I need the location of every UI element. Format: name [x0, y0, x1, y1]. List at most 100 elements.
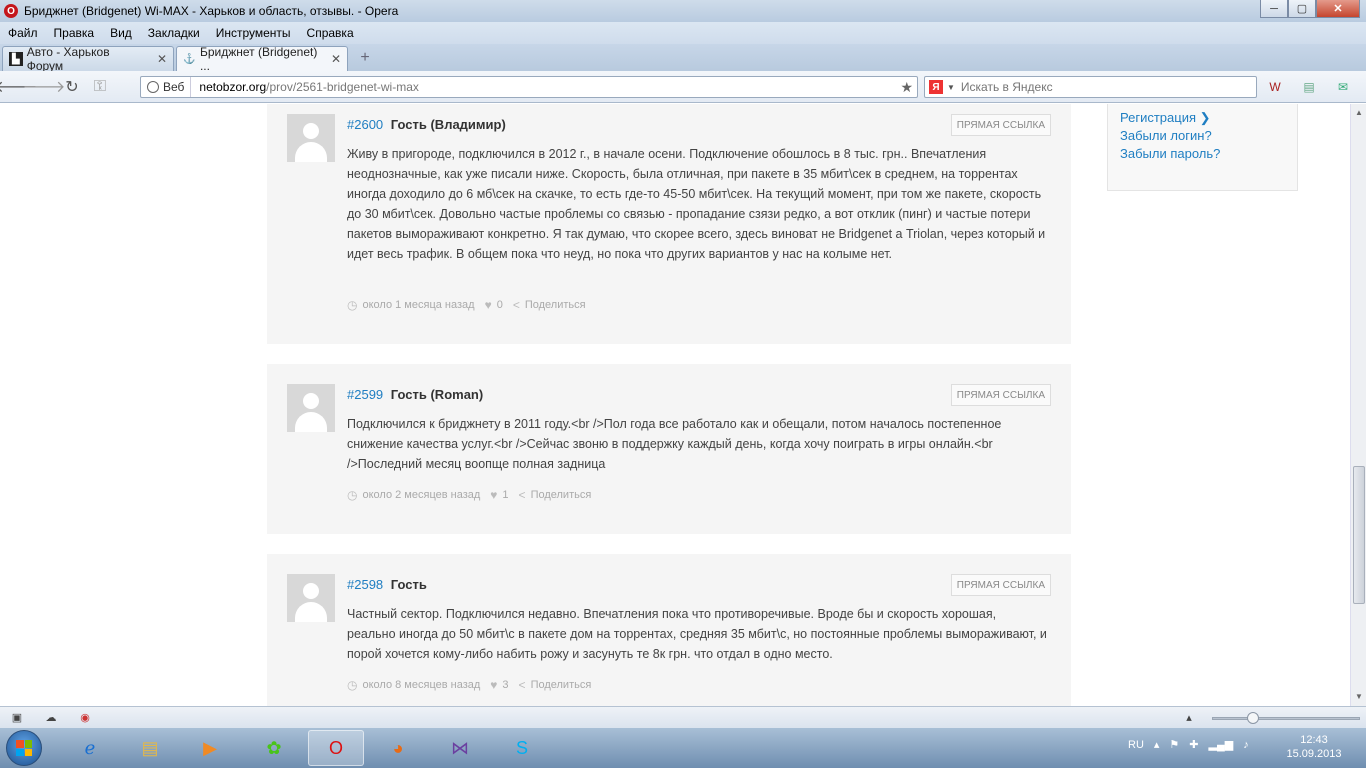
comment-item: #2598 Гость Прямая ссылка Частный сектор…	[267, 554, 1071, 706]
comment-header: #2600 Гость (Владимир)	[347, 117, 506, 132]
register-link[interactable]: Регистрация ❯	[1120, 110, 1211, 126]
maximize-button[interactable]: ▢	[1288, 0, 1316, 18]
avatar	[287, 114, 335, 162]
share-icon[interactable]: <	[519, 488, 526, 502]
avatar	[287, 384, 335, 432]
search-input[interactable]	[960, 80, 1241, 94]
comment-item: #2599 Гость (Roman) Прямая ссылка Подклю…	[267, 364, 1071, 534]
share-icon[interactable]: <	[519, 678, 526, 692]
comment-item: #2600 Гость (Владимир) Прямая ссылка Жив…	[267, 104, 1071, 344]
clock[interactable]: 12:43 15.09.2013	[1284, 733, 1344, 761]
tab-bridgenet[interactable]: ⚓ Бриджнет (Bridgenet) ... ✕	[176, 45, 348, 73]
forum-favicon-icon: ▙	[9, 52, 23, 66]
menu-help[interactable]: Справка	[307, 26, 354, 40]
comment-text: Живу в пригороде, подключился в 2012 г.,…	[347, 147, 1046, 261]
heart-icon[interactable]: ♥	[490, 678, 497, 692]
tab-auto-forum[interactable]: ▙ Авто - Харьков Форум ✕	[2, 45, 174, 73]
comment-meta: ◷ около 1 месяца назад ♥ 0 < Поделиться	[347, 298, 586, 312]
share-link[interactable]: Поделиться	[531, 679, 592, 691]
extension-icon[interactable]: ✉	[1332, 77, 1354, 97]
avatar	[287, 574, 335, 622]
wot-icon[interactable]: W	[1264, 77, 1286, 97]
panel-toggle-icon[interactable]: ▣	[10, 711, 24, 724]
comment-author: Гость (Владимир)	[390, 117, 506, 132]
start-button[interactable]	[6, 730, 42, 766]
menu-bookmarks[interactable]: Закладки	[148, 26, 200, 40]
comment-meta: ◷ около 8 месяцев назад ♥ 3 < Поделиться	[347, 678, 591, 692]
clock-icon: ◷	[347, 678, 358, 692]
url-domain: netobzor.org	[199, 80, 267, 94]
page-icon[interactable]: ▤	[1298, 77, 1320, 97]
reload-icon[interactable]: ↻	[60, 75, 84, 99]
cloud-icon[interactable]: ☁	[44, 711, 58, 724]
permalink-button[interactable]: Прямая ссылка	[950, 574, 1051, 596]
window-controls: ─ ▢ ✕	[1260, 0, 1360, 18]
forward-arrow-icon[interactable]: 🡒	[23, 75, 66, 99]
zoom-slider-track[interactable]	[1212, 717, 1360, 720]
permalink-button[interactable]: Прямая ссылка	[950, 384, 1051, 406]
skype-icon[interactable]: S	[494, 730, 550, 766]
page-favicon-icon: ⚓	[183, 53, 196, 65]
new-tab-icon[interactable]: +	[354, 48, 376, 68]
ie-icon[interactable]: ℯ	[62, 730, 118, 766]
key-icon[interactable]: ⚿	[88, 75, 112, 99]
address-field[interactable]: Веб netobzor.org/prov/2561-bridgenet-wi-…	[140, 76, 918, 98]
scroll-down-icon[interactable]: ▼	[1353, 690, 1365, 702]
menu-file[interactable]: Файл	[8, 26, 38, 40]
clock-time: 12:43	[1300, 734, 1328, 746]
media-player-icon[interactable]: ▶	[182, 730, 238, 766]
icq-icon[interactable]: ✿	[246, 730, 302, 766]
share-link[interactable]: Поделиться	[531, 489, 592, 501]
url-text[interactable]: netobzor.org/prov/2561-bridgenet-wi-max	[191, 80, 418, 94]
permalink-button[interactable]: Прямая ссылка	[950, 114, 1051, 136]
menu-edit[interactable]: Правка	[54, 26, 95, 40]
web-badge[interactable]: Веб	[141, 77, 192, 97]
action-center-icon[interactable]: ⚑	[1169, 738, 1179, 751]
status-bar: ▣ ☁ ◉ ▴	[0, 706, 1366, 728]
share-icon[interactable]: <	[513, 298, 520, 312]
zoom-slider-knob[interactable]	[1247, 712, 1259, 724]
language-indicator[interactable]: RU	[1128, 739, 1144, 751]
web-label: Веб	[163, 80, 185, 94]
volume-icon[interactable]: ♪	[1243, 739, 1249, 751]
close-button[interactable]: ✕	[1316, 0, 1360, 18]
chevron-up-icon[interactable]: ▴	[1182, 711, 1196, 724]
tray-expand-icon[interactable]: ▴	[1154, 738, 1160, 751]
visual-studio-icon[interactable]: ⋈	[432, 730, 488, 766]
comment-id-link[interactable]: #2598	[347, 577, 383, 592]
scroll-up-icon[interactable]: ▲	[1353, 106, 1365, 118]
opera-taskbar-icon[interactable]: O	[308, 730, 364, 766]
tab-close-icon[interactable]: ✕	[331, 52, 341, 66]
windows-logo-icon	[16, 740, 32, 756]
forgot-password-link[interactable]: Забыли пароль?	[1120, 146, 1220, 161]
antivirus-icon[interactable]: ✚	[1189, 738, 1198, 751]
comment-author: Гость	[390, 577, 427, 592]
menu-tools[interactable]: Инструменты	[216, 26, 291, 40]
comment-id-link[interactable]: #2600	[347, 117, 383, 132]
bookmark-star-icon[interactable]: ★	[900, 79, 913, 96]
chevron-down-icon[interactable]: ▼	[947, 83, 955, 92]
search-field[interactable]: Я ▼	[924, 76, 1257, 98]
tab-close-icon[interactable]: ✕	[157, 52, 167, 66]
heart-icon[interactable]: ♥	[490, 488, 497, 502]
like-count: 3	[502, 679, 509, 691]
comment-author: Гость (Roman)	[390, 387, 484, 402]
tab-bar: ▙ Авто - Харьков Форум ✕ ⚓ Бриджнет (Bri…	[0, 44, 1366, 73]
opera-logo-icon: O	[4, 4, 18, 18]
scroll-thumb[interactable]	[1353, 466, 1365, 604]
network-icon[interactable]: ▂▄▆	[1209, 738, 1234, 751]
firefox-icon[interactable]: ◕	[370, 730, 426, 766]
comment-id-link[interactable]: #2599	[347, 387, 383, 402]
share-link[interactable]: Поделиться	[525, 299, 586, 311]
menu-view[interactable]: Вид	[110, 26, 132, 40]
heart-icon[interactable]: ♥	[485, 298, 492, 312]
explorer-folder-icon[interactable]: ▤	[122, 730, 178, 766]
comment-time: около 2 месяцев назад	[362, 489, 481, 501]
unite-icon[interactable]: ◉	[78, 711, 92, 724]
minimize-button[interactable]: ─	[1260, 0, 1288, 18]
forgot-login-link[interactable]: Забыли логин?	[1120, 128, 1212, 143]
vertical-scrollbar[interactable]: ▲ ▼	[1350, 104, 1366, 706]
comment-text: Подключился к бриджнету в 2011 году.<br …	[347, 417, 1002, 471]
address-toolbar: 🡐 🡒 ↻ ⚿ Веб netobzor.org/prov/2561-bridg…	[0, 71, 1366, 103]
comment-time: около 8 месяцев назад	[362, 679, 481, 691]
